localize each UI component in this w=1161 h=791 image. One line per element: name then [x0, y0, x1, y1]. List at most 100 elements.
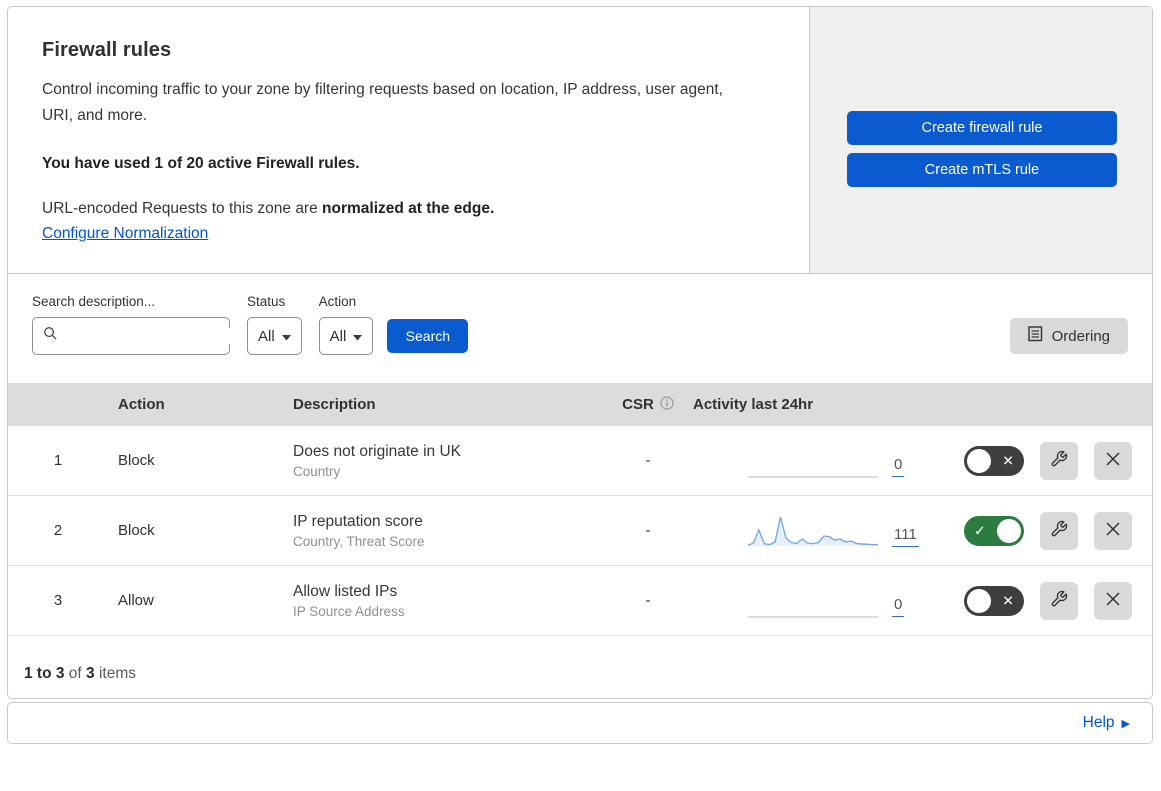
col-action: Action: [118, 396, 165, 413]
activity-sparkline: [748, 443, 878, 479]
rule-enabled-toggle[interactable]: ✕: [964, 445, 1024, 476]
action-dropdown-value: All: [329, 327, 347, 345]
col-csr-label: CSR: [622, 396, 654, 413]
rule-csr: -: [645, 452, 651, 469]
toggle-knob: [967, 448, 991, 473]
rule-description: Allow listed IPs: [293, 582, 398, 600]
rule-description: IP reputation score: [293, 512, 423, 530]
search-button[interactable]: Search: [387, 319, 469, 353]
normalization-bold: normalized at the edge.: [322, 200, 495, 217]
toggle-state-icon: ✕: [1002, 452, 1014, 469]
close-icon: [1105, 451, 1121, 470]
ordering-button[interactable]: Ordering: [1009, 318, 1128, 354]
table-row: 2 Block IP reputation score Country, Thr…: [8, 496, 1152, 566]
rule-number: 3: [53, 592, 63, 609]
action-dropdown[interactable]: All: [318, 317, 374, 355]
activity-sparkline: [747, 513, 879, 549]
toggle-knob: [967, 588, 991, 613]
usage-summary: You have used 1 of 20 active Firewall ru…: [42, 155, 360, 172]
search-icon: [43, 326, 58, 346]
rule-number: 1: [53, 452, 63, 469]
chevron-down-icon: [281, 328, 291, 345]
search-group: Search description...: [32, 294, 247, 355]
wrench-icon: [1050, 590, 1068, 611]
rule-fields: Country, Threat Score: [293, 533, 425, 549]
create-mtls-rule-button[interactable]: Create mTLS rule: [847, 153, 1117, 187]
edit-rule-button[interactable]: [1040, 511, 1078, 550]
rule-enabled-toggle[interactable]: ✓: [964, 515, 1024, 546]
delete-rule-button[interactable]: [1094, 441, 1132, 480]
search-label: Search description...: [32, 294, 156, 309]
rule-controls: ✓: [928, 511, 1152, 550]
rule-description-cell: Does not originate in UK Country: [283, 443, 603, 479]
status-dropdown-value: All: [258, 327, 275, 345]
filter-bar: Search description... Status All Action: [8, 274, 1152, 383]
rule-csr: -: [645, 592, 651, 609]
col-csr: CSR: [603, 395, 693, 414]
page: Firewall rules Control incoming traffic …: [0, 0, 1161, 750]
activity-sparkline: [748, 583, 878, 619]
summary-range: 1 to 3: [24, 665, 65, 682]
rule-activity-cell: 0: [693, 443, 928, 479]
rule-action: Block: [118, 452, 155, 469]
ordering-button-label: Ordering: [1051, 327, 1110, 345]
status-dropdown[interactable]: All: [247, 317, 302, 355]
intro-description: Control incoming traffic to your zone by…: [42, 81, 723, 124]
rule-activity-cell: 0: [693, 583, 928, 619]
rule-activity-cell: 111: [693, 513, 928, 549]
search-input[interactable]: [66, 328, 247, 344]
summary-total: 3: [86, 665, 95, 682]
table-header: Action Description CSR Activity last 24h…: [8, 383, 1152, 426]
intro-text-panel: Firewall rules Control incoming traffic …: [8, 7, 809, 273]
toggle-state-icon: ✕: [1002, 592, 1014, 609]
rule-controls: ✕: [928, 441, 1152, 480]
rule-enabled-toggle[interactable]: ✕: [964, 585, 1024, 616]
status-filter-group: Status All: [247, 294, 302, 355]
search-input-wrapper: [32, 317, 247, 355]
delete-rule-button[interactable]: [1094, 581, 1132, 620]
status-label: Status: [247, 294, 286, 309]
help-bar: Help ▶: [7, 702, 1153, 744]
toggle-knob: [997, 518, 1021, 543]
rule-fields: IP Source Address: [293, 603, 405, 619]
edit-rule-button[interactable]: [1040, 581, 1078, 620]
intro-section: Firewall rules Control incoming traffic …: [8, 7, 1152, 274]
table-row: 1 Block Does not originate in UK Country…: [8, 426, 1152, 496]
help-link-label: Help: [1082, 714, 1115, 731]
rule-action: Allow: [118, 592, 154, 609]
toggle-state-icon: ✓: [974, 522, 986, 539]
normalization-note: URL-encoded Requests to this zone are no…: [42, 200, 769, 218]
configure-normalization-link[interactable]: Configure Normalization: [42, 225, 208, 243]
summary-items: items: [94, 665, 136, 682]
info-icon[interactable]: [660, 395, 674, 414]
firewall-rules-card: Firewall rules Control incoming traffic …: [7, 6, 1153, 699]
chevron-down-icon: [353, 328, 363, 345]
table-row: 3 Allow Allow listed IPs IP Source Addre…: [8, 566, 1152, 636]
normalization-prefix: URL-encoded Requests to this zone are: [42, 200, 323, 217]
rule-fields: Country: [293, 463, 341, 479]
action-label: Action: [318, 294, 357, 309]
rule-description: Does not originate in UK: [293, 442, 462, 460]
delete-rule-button[interactable]: [1094, 511, 1132, 550]
arrow-right-icon: ▶: [1121, 717, 1130, 730]
help-link[interactable]: Help ▶: [1083, 714, 1130, 732]
wrench-icon: [1050, 450, 1068, 471]
page-title: Firewall rules: [42, 39, 172, 61]
ordering-icon: [1027, 326, 1043, 346]
wrench-icon: [1050, 520, 1068, 541]
action-filter-group: Action All: [318, 294, 374, 355]
activity-count-link[interactable]: 0: [892, 596, 905, 617]
rule-description-cell: IP reputation score Country, Threat Scor…: [283, 513, 603, 549]
activity-count-link[interactable]: 0: [892, 456, 905, 477]
summary-of: of: [64, 665, 87, 682]
close-icon: [1105, 591, 1121, 610]
rule-action: Block: [118, 522, 155, 539]
rule-description-cell: Allow listed IPs IP Source Address: [283, 583, 603, 619]
actions-panel: Create firewall rule Create mTLS rule: [809, 7, 1152, 273]
pagination-summary: 1 to 3 of 3 items: [8, 636, 1152, 698]
rule-controls: ✕: [928, 581, 1152, 620]
create-firewall-rule-button[interactable]: Create firewall rule: [847, 111, 1117, 145]
rule-csr: -: [645, 522, 651, 539]
edit-rule-button[interactable]: [1040, 441, 1078, 480]
activity-count-link[interactable]: 111: [892, 526, 919, 547]
